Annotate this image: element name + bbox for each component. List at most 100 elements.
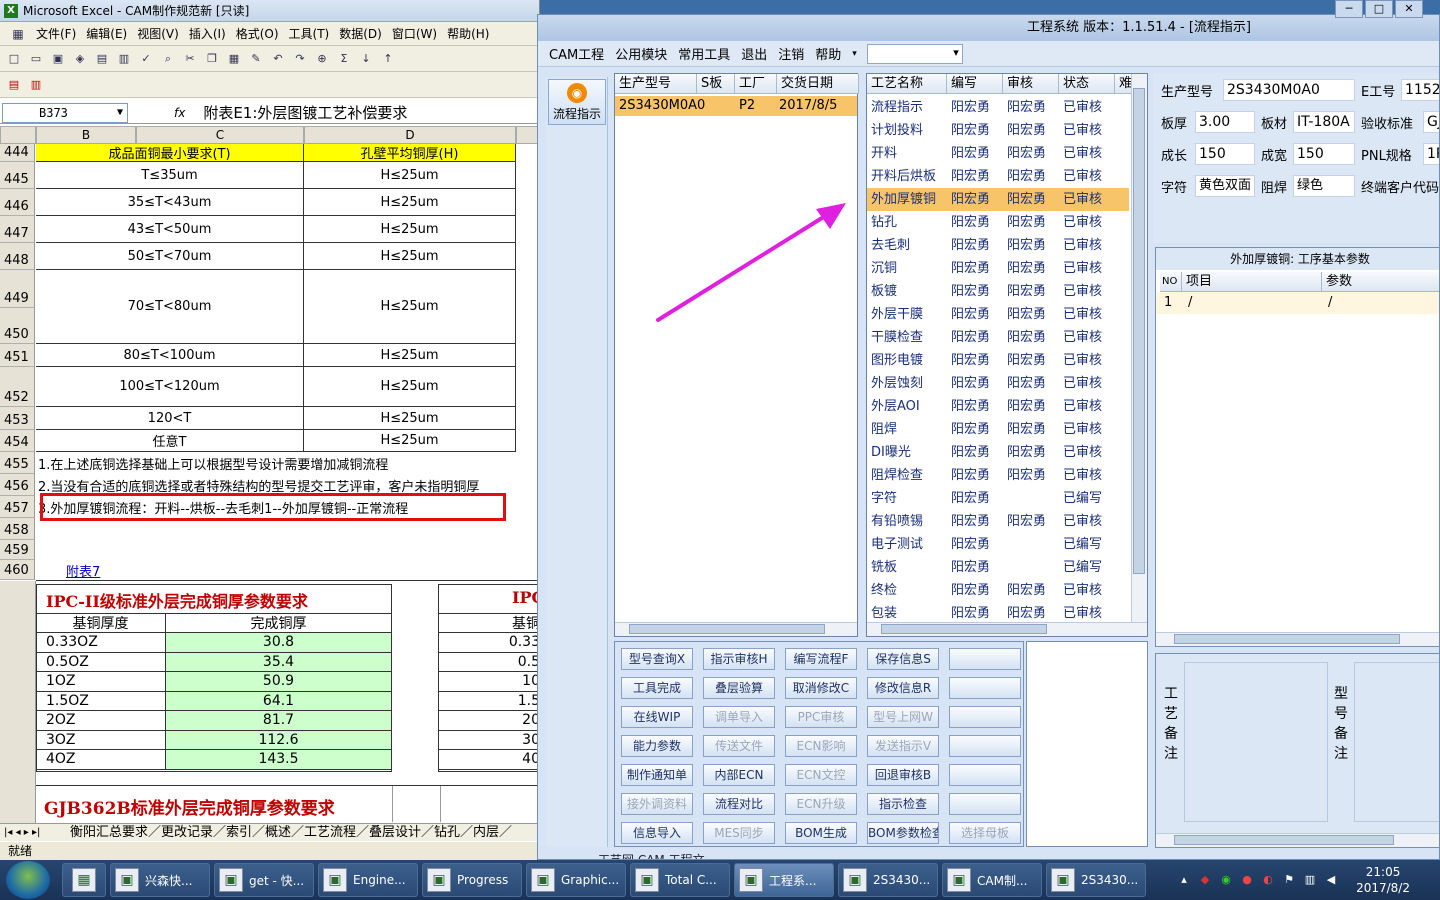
table-cell[interactable]: H≤25um — [304, 216, 516, 243]
table-row[interactable]: 有铅喷锡 阳宏勇 阳宏勇 已审核 — [867, 510, 1129, 533]
column-header[interactable]: 工厂 — [735, 74, 777, 94]
action-button[interactable]: MES同步 — [703, 822, 775, 844]
action-button[interactable]: BOM生成 — [785, 822, 857, 844]
column-header[interactable]: 生产型号 — [615, 74, 697, 94]
thickness-field[interactable]: 3.00 — [1195, 111, 1255, 133]
table-row[interactable]: 流程指示 阳宏勇 阳宏勇 已审核 — [867, 96, 1129, 119]
table-cell[interactable]: 112.6 — [166, 730, 392, 750]
column-header[interactable]: NO — [1160, 272, 1182, 292]
menu-data[interactable]: 数据(D) — [339, 25, 382, 42]
tray-app-icon[interactable]: ◆ — [1198, 873, 1212, 887]
row-header[interactable]: 444 — [0, 144, 35, 162]
horizontal-scrollbar[interactable] — [1156, 632, 1439, 646]
table-cell[interactable]: 30 — [438, 731, 539, 750]
scrollbar-thumb[interactable] — [1174, 835, 1394, 845]
column-header-c[interactable]: C — [136, 126, 304, 144]
row-header[interactable]: 454 — [0, 430, 35, 452]
pdf-mail-icon[interactable]: ▥ — [28, 77, 44, 93]
sheet-tab-list[interactable]: 衡阳汇总要求／更改记录／索引／概述／工艺流程／叠层设计／钻孔／内层／ — [70, 825, 512, 840]
menu-exit[interactable]: 退出 — [741, 44, 767, 63]
taskbar-item[interactable]: ▣ Engine... — [318, 863, 418, 897]
action-button[interactable]: 发送指示V — [867, 735, 939, 757]
action-button[interactable] — [949, 706, 1021, 728]
row-header[interactable]: 459 — [0, 540, 35, 560]
table-cell[interactable]: 120<T — [36, 407, 304, 430]
close-icon[interactable]: ✕ — [1395, 0, 1423, 18]
action-button[interactable]: 内部ECN — [703, 764, 775, 786]
table-row[interactable]: 字符 阳宏勇 已编写 — [867, 487, 1129, 510]
table-row[interactable]: 2S3430M0A0 P2 2017/8/5 — [615, 96, 857, 116]
tab-nav-arrows-icon[interactable]: |◂ ◂ ▸ ▸| — [4, 824, 40, 841]
print-preview-icon[interactable]: ▤ — [94, 51, 110, 67]
action-button[interactable]: 工具完成 — [621, 677, 693, 699]
model-field[interactable]: 2S3430M0A0 — [1223, 79, 1355, 101]
table-row[interactable]: 板镀 阳宏勇 阳宏勇 已审核 — [867, 280, 1129, 303]
format-painter-icon[interactable]: ✎ — [248, 51, 264, 67]
table-cell[interactable]: 0.33OZ — [36, 633, 166, 653]
menu-format[interactable]: 格式(O) — [236, 25, 279, 42]
action-button[interactable] — [949, 735, 1021, 757]
row-header[interactable]: 450 — [0, 308, 35, 344]
action-button[interactable]: 取消修改C — [785, 677, 857, 699]
sort-desc-icon[interactable]: ↑ — [380, 51, 396, 67]
table-row[interactable]: 电子测试 阳宏勇 已编写 — [867, 533, 1129, 556]
width-field[interactable]: 150 — [1293, 143, 1355, 165]
minimize-icon[interactable]: ─ — [1335, 0, 1363, 18]
table-cell[interactable]: 35≤T<43um — [36, 189, 304, 216]
paste-icon[interactable]: ▦ — [226, 51, 242, 67]
table-cell[interactable]: 0.33 — [438, 633, 539, 653]
menu-file[interactable]: 文件(F) — [36, 25, 76, 42]
table-cell[interactable]: 143.5 — [166, 750, 392, 770]
action-button[interactable]: 信息导入 — [621, 822, 693, 844]
table-cell[interactable]: 64.1 — [166, 691, 392, 711]
clock[interactable]: 21:05 2017/8/2 — [1356, 864, 1410, 896]
table-cell[interactable]: H≤25um — [304, 162, 516, 189]
column-header[interactable]: 参数 — [1322, 272, 1439, 292]
action-button[interactable]: ECN升级 — [785, 793, 857, 815]
table-row[interactable]: 外层干膜 阳宏勇 阳宏勇 已审核 — [867, 303, 1129, 326]
column-header[interactable]: 交货日期 — [777, 74, 859, 94]
table-cell[interactable]: 43≤T<50um — [36, 216, 304, 243]
column-header[interactable]: 工艺名称 — [867, 74, 947, 94]
chevron-down-icon[interactable]: ▼ — [117, 104, 123, 122]
row-header[interactable]: 446 — [0, 189, 35, 216]
character-field[interactable]: 黄色双面 — [1195, 175, 1255, 197]
action-button[interactable]: ECN影响 — [785, 735, 857, 757]
table-row[interactable]: 外层AOI 阳宏勇 阳宏勇 已审核 — [867, 395, 1129, 418]
action-button[interactable]: 制作通知单 — [621, 764, 693, 786]
menu-help[interactable]: 帮助 — [815, 44, 841, 63]
row-header[interactable]: 453 — [0, 407, 35, 430]
action-button[interactable] — [949, 793, 1021, 815]
scrollbar-thumb[interactable] — [881, 624, 1047, 634]
table-cell[interactable]: 1OZ — [36, 672, 166, 692]
scrollbar-thumb[interactable] — [1174, 634, 1400, 644]
nav-process-guide-button[interactable]: ◉ 流程指示 — [548, 79, 606, 125]
table-cell[interactable]: 50≤T<70um — [36, 243, 304, 270]
taskbar-item[interactable]: ▣ 2S3430... — [838, 863, 938, 897]
action-button[interactable]: BOM参数检查 — [867, 822, 939, 844]
table-cell[interactable]: 70≤T<80um — [36, 270, 304, 344]
row-header[interactable]: 449 — [0, 270, 35, 308]
table-cell[interactable]: H≤25um — [304, 189, 516, 216]
action-button[interactable]: 修改信息R — [867, 677, 939, 699]
table-cell[interactable]: 35.4 — [166, 652, 392, 672]
taskbar-calculator[interactable]: ▦ — [62, 863, 106, 897]
row-header[interactable]: 457 — [0, 496, 35, 518]
scrollbar-thumb[interactable] — [629, 624, 825, 634]
new-icon[interactable]: □ — [6, 51, 22, 67]
action-button[interactable]: 编写流程F — [785, 648, 857, 670]
table-row[interactable]: DI曝光 阳宏勇 阳宏勇 已审核 — [867, 441, 1129, 464]
save-icon[interactable]: ▣ — [50, 51, 66, 67]
table-cell[interactable]: 40 — [438, 750, 539, 770]
copy-icon[interactable]: ❐ — [204, 51, 220, 67]
action-button[interactable] — [949, 648, 1021, 670]
table-row[interactable]: 开料 阳宏勇 阳宏勇 已审核 — [867, 142, 1129, 165]
action-button[interactable]: 叠层验算 — [703, 677, 775, 699]
menu-insert[interactable]: 插入(I) — [189, 25, 226, 42]
menu-help[interactable]: 帮助(H) — [447, 25, 489, 42]
table-cell[interactable]: 20 — [438, 711, 539, 731]
table-row[interactable]: 终检 阳宏勇 阳宏勇 已审核 — [867, 579, 1129, 602]
toolbar-combo[interactable] — [866, 43, 963, 64]
table-cell[interactable]: 10 — [438, 672, 539, 692]
taskbar-item[interactable]: ▣ 2S3430... — [1046, 863, 1146, 897]
